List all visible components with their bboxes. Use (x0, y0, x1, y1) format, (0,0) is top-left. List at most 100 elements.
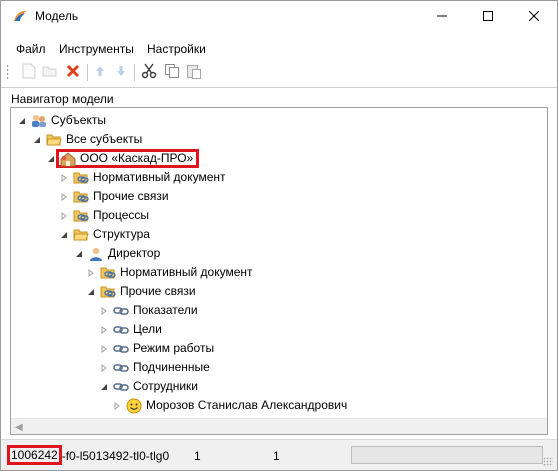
minimize-icon (437, 10, 447, 24)
folder-link-icon (73, 208, 89, 224)
smiley-icon (126, 398, 142, 414)
menu-file[interactable]: Файл (16, 42, 46, 56)
tree-node[interactable]: Подчиненные (99, 358, 211, 377)
tree-node[interactable]: Нормативный документ (86, 263, 254, 282)
cut-button[interactable] (140, 63, 158, 81)
tree-node[interactable]: Все субъекты (32, 130, 143, 149)
toolbar-separator (87, 64, 88, 81)
link-icon (113, 360, 129, 376)
expand-arrow-icon[interactable] (59, 192, 69, 202)
move-up-icon (95, 65, 105, 80)
delete-button[interactable] (64, 63, 82, 81)
cut-icon (141, 63, 157, 82)
expand-arrow-icon[interactable] (99, 344, 109, 354)
menu-tools[interactable]: Инструменты (59, 42, 134, 56)
close-icon (528, 10, 540, 24)
link-icon (113, 303, 129, 319)
tree-node[interactable]: ООО «Каскад-ПРО» (46, 149, 200, 168)
tree-node[interactable]: Прочие связи (86, 282, 197, 301)
resize-grip[interactable] (543, 457, 553, 467)
tree-node[interactable]: Режим работы (99, 339, 215, 358)
toolbar-separator (134, 64, 135, 81)
expand-arrow-icon[interactable] (59, 211, 69, 221)
copy-icon (164, 63, 180, 82)
tree-node[interactable]: Структура (59, 225, 151, 244)
tree-view: Субъекты Все субъекты ООО «Каскад-ПРО» Норм… (11, 108, 547, 418)
delete-icon (66, 64, 80, 81)
collapse-arrow-icon[interactable] (99, 382, 109, 392)
tree-node-label: Субъекты (51, 113, 106, 127)
link-icon (113, 322, 129, 338)
window-title: Модель (35, 9, 79, 23)
tree-node[interactable]: Процессы (59, 206, 150, 225)
copy-button[interactable] (163, 63, 181, 81)
tree-node-label: Структура (93, 227, 150, 241)
collapse-arrow-icon[interactable] (86, 287, 96, 297)
collapse-arrow-icon[interactable] (59, 230, 69, 240)
link-icon (113, 379, 129, 395)
person-icon (88, 246, 104, 262)
folder-link-icon (73, 189, 89, 205)
tree-node[interactable]: Сотрудники (99, 377, 199, 396)
status-id-highlight: 1006242 (7, 445, 62, 465)
collapse-arrow-icon[interactable] (17, 116, 27, 126)
tree-node[interactable]: Морозов Станислав Александрович (112, 396, 348, 415)
new-button[interactable] (20, 63, 38, 81)
tree-node-label: Режим работы (133, 341, 215, 355)
tree-node-label: Сотрудники (133, 379, 198, 393)
collapse-arrow-icon[interactable] (46, 154, 56, 164)
expand-arrow-icon[interactable] (86, 268, 96, 278)
tree-node[interactable]: Субъекты (17, 111, 107, 130)
tree-node-label: Все субъекты (66, 132, 143, 146)
status-bar: 1006242 -f0-l5013492-tl0-tlg0 1 1 (1, 439, 557, 470)
link-icon (113, 341, 129, 357)
expand-arrow-icon[interactable] (99, 363, 109, 373)
status-value-1: 1 (194, 449, 201, 463)
collapse-arrow-icon[interactable] (32, 135, 42, 145)
expand-arrow-icon[interactable] (99, 306, 109, 316)
folder-open-icon (73, 227, 89, 243)
status-id-suffix: -f0-l5013492-tl0-tlg0 (61, 449, 170, 463)
tree-node-label: Цели (133, 322, 162, 336)
tree-node[interactable]: Нормативный документ (59, 168, 227, 187)
paste-button[interactable] (185, 63, 203, 81)
navigator-title: Навигатор модели (11, 92, 114, 106)
app-logo-icon (12, 8, 28, 24)
open-icon (42, 64, 58, 81)
subjects-icon (31, 113, 47, 129)
tree-node-label: Прочие связи (120, 284, 196, 298)
tree-node[interactable]: Цели (99, 320, 163, 339)
expand-arrow-icon[interactable] (59, 173, 69, 183)
organization-icon (60, 151, 76, 167)
move-up-button[interactable] (91, 63, 109, 81)
tree-node[interactable]: Прочие связи (59, 187, 170, 206)
status-object-id: 1006242 -f0-l5013492-tl0-tlg0 (7, 445, 170, 465)
tree-node-label: Нормативный документ (93, 170, 226, 184)
menu-settings[interactable]: Настройки (147, 42, 206, 56)
model-navigator: Субъекты Все субъекты ООО «Каскад-ПРО» Норм… (10, 107, 548, 435)
minimize-button[interactable] (419, 1, 465, 32)
tree-node-label: Процессы (93, 208, 150, 222)
move-down-button[interactable] (112, 63, 130, 81)
tree-node-label: Подчиненные (133, 360, 210, 374)
collapse-arrow-icon[interactable] (74, 249, 84, 259)
new-icon (22, 63, 36, 82)
horizontal-scrollbar[interactable]: ◀ (11, 418, 547, 434)
expand-arrow-icon[interactable] (112, 401, 122, 411)
tree-node-label: ООО «Каскад-ПРО» (80, 151, 194, 165)
toolbar (1, 60, 557, 84)
tree-node-label: Директор (108, 246, 161, 260)
tree-node[interactable]: Показатели (99, 301, 199, 320)
maximize-icon (483, 10, 493, 24)
title-bar[interactable]: Модель (1, 1, 557, 32)
status-value-2: 1 (273, 449, 280, 463)
close-button[interactable] (511, 1, 557, 32)
toolbar-grip[interactable] (6, 64, 9, 81)
folder-link-icon (100, 284, 116, 300)
scroll-left-icon[interactable]: ◀ (15, 422, 23, 433)
selected-node-highlight: ООО «Каскад-ПРО» (56, 149, 200, 168)
expand-arrow-icon[interactable] (99, 325, 109, 335)
open-button[interactable] (41, 63, 59, 81)
tree-node[interactable]: Директор (74, 244, 161, 263)
maximize-button[interactable] (465, 1, 511, 32)
